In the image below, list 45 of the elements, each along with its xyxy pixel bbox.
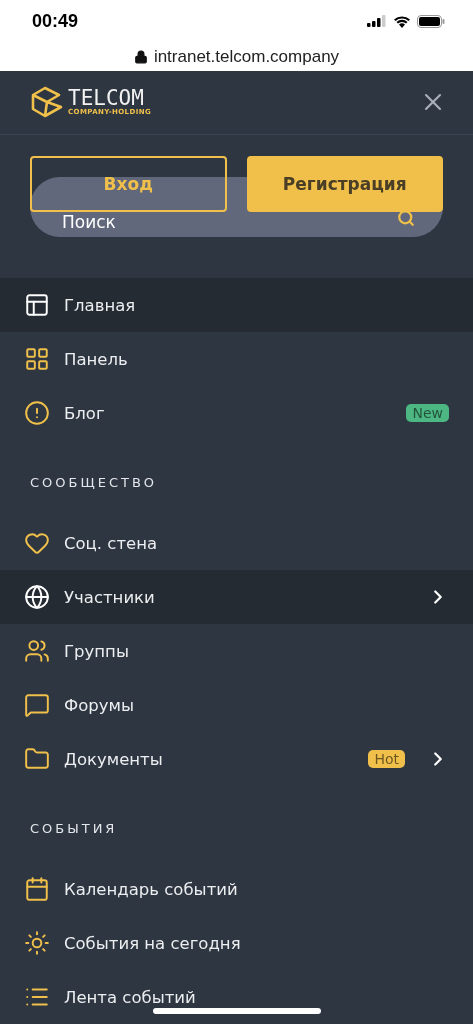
sun-icon (24, 930, 50, 956)
menu-item[interactable]: Лента событий (0, 970, 473, 1024)
menu-item[interactable]: Документы Hot (0, 732, 473, 786)
menu-label: Группы (64, 641, 130, 661)
menu-item[interactable]: События на сегодня (0, 916, 473, 970)
menu-badge: New (406, 404, 449, 422)
menu-label: Главная (64, 295, 137, 315)
menu-label: Участники (64, 587, 156, 607)
menu-item[interactable]: Участники (0, 570, 473, 624)
menu-item[interactable]: Календарь событий (0, 862, 473, 916)
folder-icon (24, 746, 50, 772)
menu-label: Календарь событий (64, 879, 239, 899)
menu-item[interactable]: Блог New (0, 386, 473, 440)
search-icon[interactable] (397, 209, 415, 227)
menu-label: Лента событий (64, 987, 197, 1007)
menu-label: Блог (64, 403, 106, 423)
globe-icon (24, 584, 50, 610)
signal-icon (367, 15, 387, 28)
users-icon (24, 638, 50, 664)
lock-icon (133, 49, 148, 64)
heart-icon (24, 530, 50, 556)
menu-label: Документы (64, 749, 164, 769)
section-heading: СОБЫТИЯ (29, 820, 119, 838)
section-heading: СООБЩЕСТВО (29, 474, 159, 492)
calendar-icon (24, 876, 50, 902)
status-time: 00:49 (32, 10, 79, 32)
menu-label: События на сегодня (64, 933, 242, 953)
wifi-icon (393, 14, 411, 28)
layout-icon (24, 292, 50, 318)
menu-label: Форумы (64, 695, 135, 715)
speech-bubble-icon (24, 692, 50, 718)
menu-badge: Hot (368, 750, 405, 768)
menu-item[interactable]: Форумы (0, 678, 473, 732)
menu-label: Панель (64, 349, 129, 369)
logo-name: TELCOM (68, 88, 144, 109)
grid-icon (24, 346, 50, 372)
menu-item[interactable]: Панель (0, 332, 473, 386)
exclamation-circle-icon (24, 400, 50, 426)
menu-item[interactable]: Соц. стена (0, 516, 473, 570)
menu-label: Соц. стена (64, 533, 159, 553)
menu-item[interactable]: Группы (0, 624, 473, 678)
register-button[interactable]: Регистрация (246, 156, 443, 212)
menu-item[interactable]: Главная (0, 278, 473, 332)
battery-icon (417, 14, 445, 28)
cube-logo-icon (30, 85, 64, 120)
